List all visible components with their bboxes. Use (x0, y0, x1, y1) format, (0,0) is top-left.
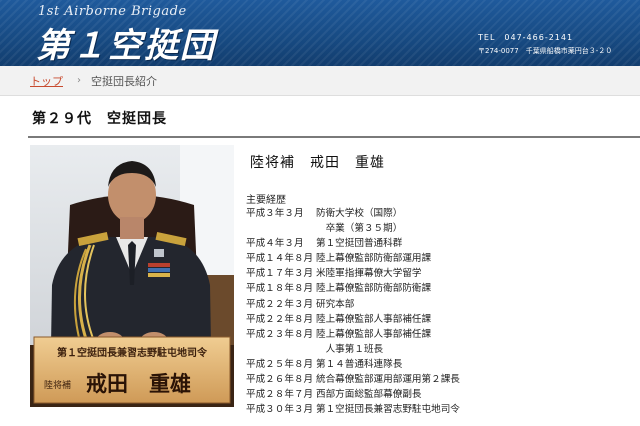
breadcrumb-current: 空挺団長紹介 (91, 74, 157, 88)
page-title: 第２９代 空挺団長 (32, 111, 167, 127)
career-description: 第１空挺団長兼習志野駐屯地司令 (316, 404, 460, 416)
career-row: 平成１８年８月 陸上幕僚監部防衛部防衛課 (246, 281, 626, 296)
career-description: 人事第１班長 (316, 343, 384, 355)
career-row: 平成２３年８月 陸上幕僚監部人事部補任課 (246, 327, 626, 342)
career-description: 米陸軍指揮幕僚大学留学 (316, 268, 422, 280)
career-description: 陸上幕僚監部人事部補任課 (316, 328, 432, 340)
breadcrumb-home-link[interactable]: トップ (30, 73, 63, 89)
breadcrumb: トップ › 空挺団長紹介 (0, 66, 640, 96)
career-description: 統合幕僚監部運用部運用第２課長 (316, 374, 460, 386)
career-date: 平成４年３月 (246, 238, 304, 250)
contact-address: 〒274-0077 千葉県船橋市薬円台３-２０ (478, 47, 613, 55)
career-heading: 主要経歴 (246, 195, 286, 206)
career-row: 平成３年３月 防衛大学校（国際） (246, 206, 626, 221)
career-row: 平成２６年８月 統合幕僚監部運用部運用第２課長 (246, 372, 626, 387)
commander-name: 陸将補 戒田 重雄 (250, 155, 385, 171)
career-date: 平成２３年８月 (246, 328, 314, 340)
career-row: 平成２２年３月 研究本部 (246, 297, 626, 312)
career-date: 平成２２年３月 (246, 298, 314, 310)
career-row: 平成１７年３月 米陸軍指揮幕僚大学留学 (246, 266, 626, 281)
career-row: 平成２５年８月 第１４普通科連隊長 (246, 357, 626, 372)
title-divider (28, 136, 640, 138)
career-date: 平成１８年８月 (246, 283, 314, 295)
career-date (246, 342, 316, 357)
site-header: 1st Airborne Brigade 第１空挺団 TEL 047-466-2… (0, 0, 640, 66)
nameplate-position-text: 第１空挺団長兼習志野駐屯地司令 (57, 346, 208, 359)
brand-logo-title[interactable]: 第１空挺団 (36, 18, 216, 66)
career-date: 平成３年３月 (246, 208, 304, 219)
nameplate-rank-text: 陸将補 (44, 379, 71, 391)
career-description: 陸上幕僚監部防衛部運用課 (316, 253, 432, 265)
career-date: 平成１７年３月 (246, 268, 314, 280)
career-row: 卒業（第３５期） (246, 221, 626, 236)
commander-portrait-photo: 第１空挺団長兼習志野駐屯地司令 陸将補 戒田 重雄 (30, 145, 234, 407)
career-row: 人事第１班長 (246, 342, 626, 357)
career-date: 平成２８年７月 (246, 389, 314, 401)
career-list: 平成３年３月 防衛大学校（国際） 卒業（第３５期） 平成４年３月 第１空挺団普通科群… (246, 206, 626, 417)
career-date: 平成３０年３月 (246, 404, 314, 416)
brand-english: 1st Airborne Brigade (38, 4, 187, 19)
career-description: 陸上幕僚監部人事部補任課 (316, 313, 432, 325)
career-description: 西部方面総監部幕僚副長 (316, 389, 422, 401)
career-description: 第１４普通科連隊長 (316, 358, 403, 370)
career-row: 平成３０年３月 第１空挺団長兼習志野駐屯地司令 (246, 402, 626, 417)
contact-telephone: TEL 047-466-2141 (478, 33, 574, 42)
career-row: 平成４年３月 第１空挺団普通科群 (246, 236, 626, 251)
career-row: 平成２２年８月 陸上幕僚監部人事部補任課 (246, 312, 626, 327)
career-description: 防衛大学校（国際） (316, 208, 403, 219)
career-date: 平成１４年８月 (246, 253, 314, 265)
career-description: 陸上幕僚監部防衛部防衛課 (316, 283, 432, 295)
career-description: 研究本部 (316, 298, 355, 310)
career-date (246, 221, 316, 236)
career-date: 平成２５年８月 (246, 358, 314, 370)
career-description: 卒業（第３５期） (316, 223, 403, 235)
breadcrumb-separator: › (77, 75, 81, 86)
career-row: 平成１４年８月 陸上幕僚監部防衛部運用課 (246, 251, 626, 266)
career-description: 第１空挺団普通科群 (316, 238, 403, 250)
career-date: 平成２６年８月 (246, 374, 314, 386)
career-date: 平成２２年８月 (246, 313, 314, 325)
nameplate-name-text: 戒田 重雄 (86, 371, 191, 396)
career-row: 平成２８年７月 西部方面総監部幕僚副長 (246, 387, 626, 402)
